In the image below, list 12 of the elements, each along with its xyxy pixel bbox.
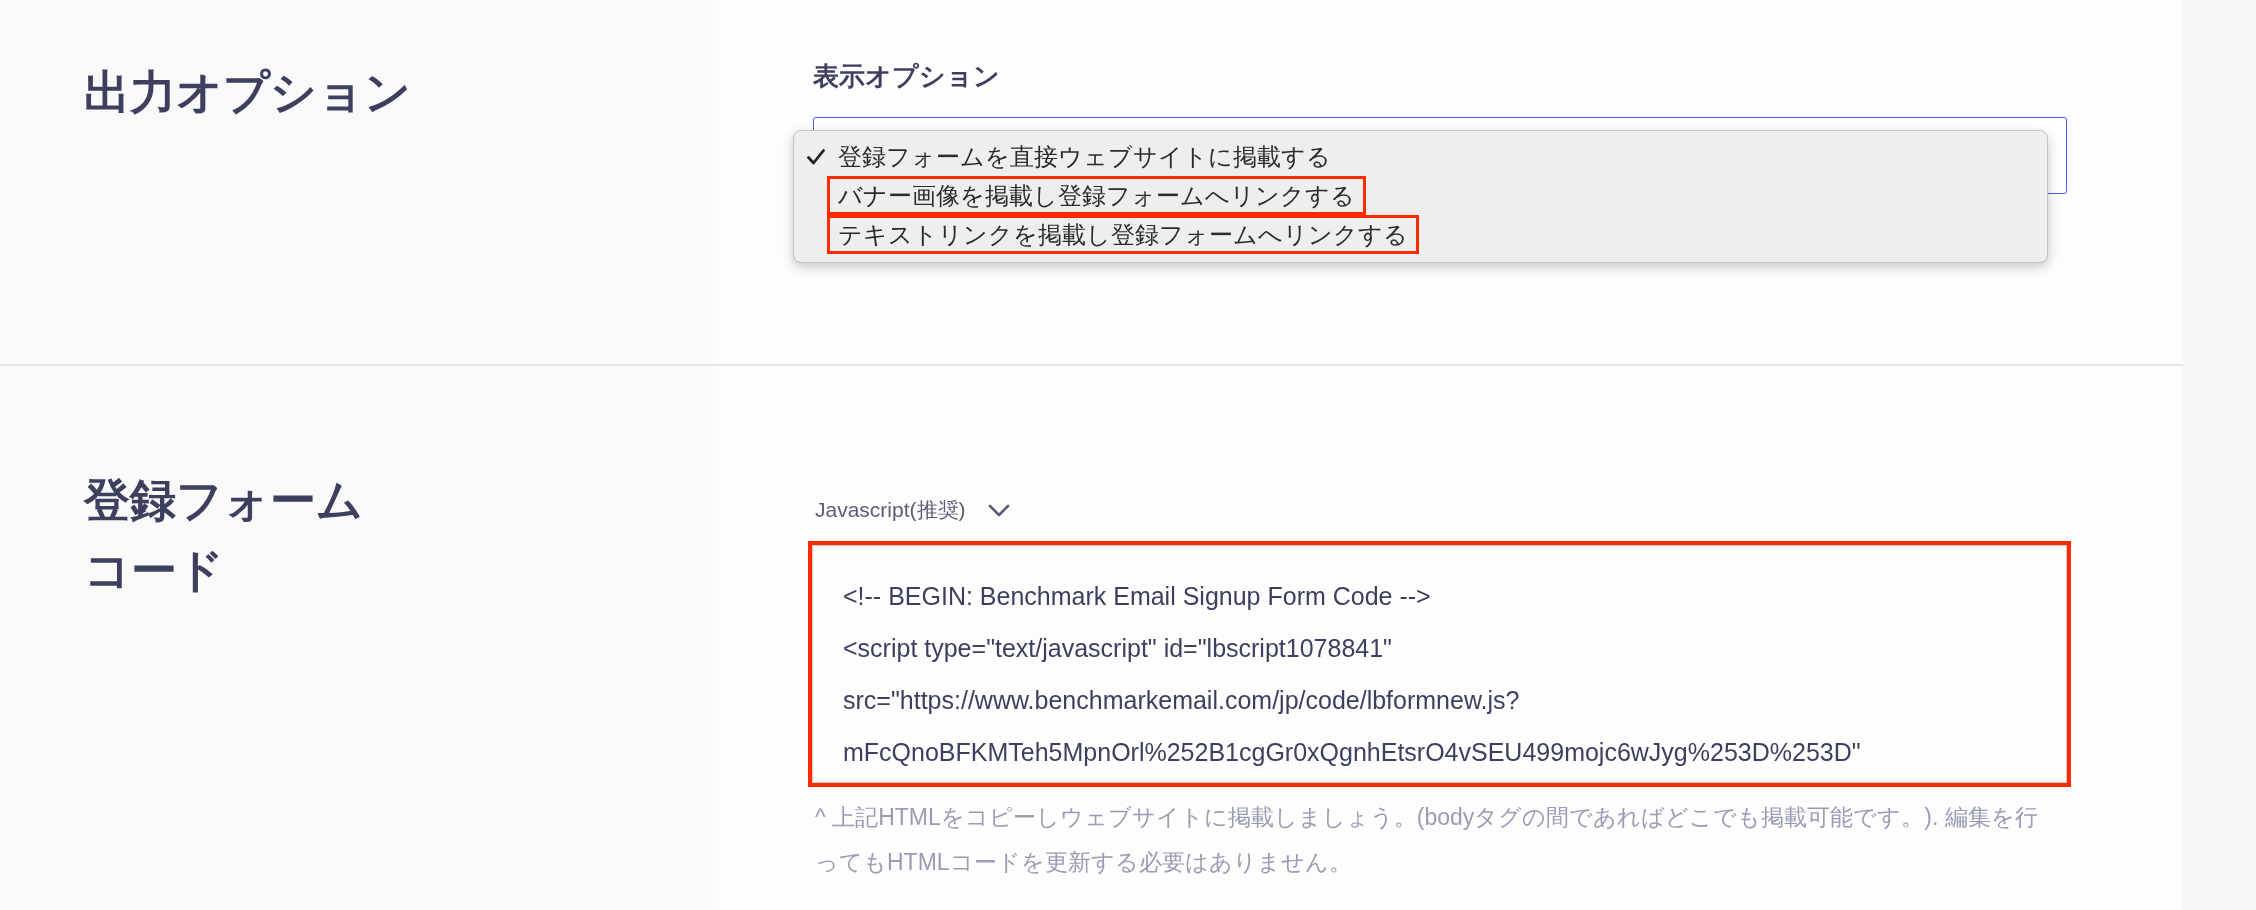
- section-heading: 登録フォームコード: [84, 473, 364, 598]
- section-heading: 出力オプション: [84, 65, 411, 120]
- checkmark-icon: [807, 148, 825, 165]
- code-line: <script type="text/javascript" id="lbscript1078841": [843, 633, 1392, 664]
- code-line: <!-- BEGIN: Benchmark Email Signup Form Code -->: [843, 581, 1431, 612]
- code-line: src="https://www.benchmarkemail.com/jp/code/lbformnew.js?: [843, 685, 1520, 716]
- help-note: ^ 上記HTMLをコピーしウェブサイトに掲載しましょう。(bodyタグの間であればどこでも掲載可能です。). 編集を行ってもHTMLコードを更新する必要はありません。: [815, 803, 2039, 877]
- chevron-down-icon: [987, 503, 1010, 517]
- format-dropdown[interactable]: Javascript(推奨): [815, 495, 1010, 525]
- menu-option[interactable]: 登録フォームを直接ウェブサイトに掲載する: [807, 137, 1342, 176]
- code-line: mFcQnoBFKMTeh5MpnOrl%252B1cgGr0xQgnhEtsrO4vSEU499mojc6wJyg%253D%253D": [843, 737, 1861, 768]
- field-label: 表示オプション: [813, 60, 1000, 92]
